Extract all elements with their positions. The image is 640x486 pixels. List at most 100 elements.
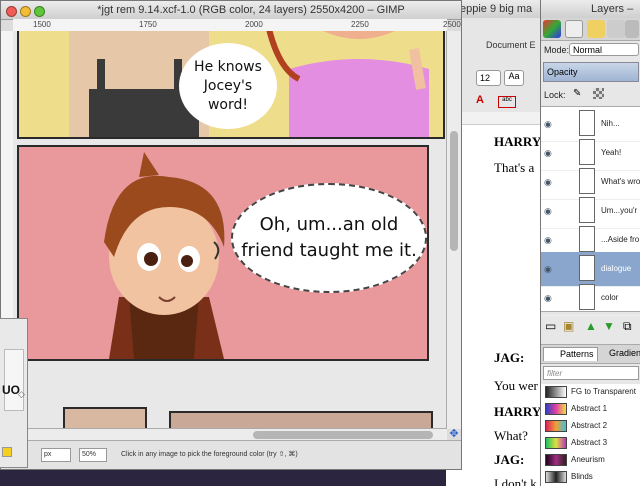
document-line: That's a [494, 160, 535, 175]
layer-thumbnail[interactable] [579, 139, 595, 165]
visibility-eye-icon[interactable]: ◉ [544, 177, 552, 188]
gradient-name: Abstract 3 [571, 438, 608, 447]
layer-thumbnail[interactable] [579, 255, 595, 281]
document-tab[interactable]: Document E [486, 40, 536, 54]
tool-options-panel: ◇ UO [0, 318, 28, 468]
lower-layer-icon[interactable]: ▼ [603, 319, 615, 333]
gradient-name: Abstract 2 [571, 421, 608, 430]
layers-title: Layers – [591, 3, 634, 15]
gradients-tab-label: Gradien [609, 348, 640, 358]
gimp-titlebar: *jgt rem 9.14.xcf-1.0 (RGB color, 24 lay… [1, 1, 461, 20]
new-group-icon[interactable]: ▣ [563, 319, 574, 333]
close-icon[interactable] [6, 6, 17, 17]
visibility-eye-icon[interactable]: ◉ [544, 293, 552, 304]
layer-thumbnail[interactable] [579, 226, 595, 252]
font-style-icon[interactable]: Aa [504, 70, 524, 86]
gradient-swatch [545, 437, 567, 449]
patterns-tab[interactable]: Patterns [543, 347, 598, 361]
layer-row[interactable]: ◉ color [541, 281, 640, 316]
layer-thumbnail[interactable] [579, 168, 595, 194]
document-line: JAG: [494, 452, 525, 467]
layer-buttons: ▭ ▣ ▲ ▼ ⧉ [541, 314, 640, 338]
bubble-main-text: Oh, um...an old friend taught me it. [241, 214, 417, 261]
layers-titlebar: Layers – [541, 0, 640, 19]
layer-thumbnail[interactable] [579, 284, 595, 310]
font-size-dropdown[interactable]: 12 [476, 70, 501, 86]
mode-dropdown[interactable]: Normal [569, 43, 639, 56]
gradient-swatch [545, 454, 567, 466]
filter-input[interactable]: filter [543, 366, 639, 380]
bubble-top-text: He knows Jocey's word! [194, 58, 262, 113]
panel-label: UO [2, 383, 20, 397]
gradient-item[interactable]: FG to Transparent [541, 384, 640, 400]
canvas-vertical-scrollbar[interactable] [446, 31, 461, 429]
gradient-item[interactable]: Aneurism [541, 452, 640, 468]
dock-menu-icon[interactable] [625, 20, 639, 38]
undo-tab-icon[interactable] [607, 20, 625, 38]
gimp-window-title: *jgt rem 9.14.xcf-1.0 (RGB color, 24 lay… [97, 4, 405, 16]
speech-bubble-main: Oh, um...an old friend taught me it. [231, 183, 427, 293]
pattern-gradient-tabs: Patterns Gradien [541, 344, 640, 364]
gradient-item[interactable]: Abstract 1 [541, 401, 640, 417]
layer-name: color [601, 293, 619, 302]
image-canvas[interactable]: He knows Jocey's word! Oh, um...an old f… [13, 31, 447, 429]
document-line: JAG: [494, 350, 525, 365]
gradient-swatch [545, 420, 567, 432]
gradient-item[interactable]: Abstract 3 [541, 435, 640, 451]
ruler-tick: 1750 [139, 20, 157, 29]
color-swatch[interactable] [2, 447, 12, 457]
layer-name: Um...you'r [601, 206, 638, 215]
layer-name: Yeah! [601, 148, 622, 157]
channels-tab-icon[interactable] [565, 20, 583, 38]
scroll-thumb[interactable] [450, 131, 458, 251]
dock-tab-icons [541, 18, 640, 41]
lock-alpha-icon[interactable] [593, 88, 604, 99]
document-line: HARRY [494, 134, 542, 149]
document-line: What? [494, 428, 528, 443]
zoom-dropdown[interactable]: 50% [79, 448, 107, 462]
gradient-name: Blinds [571, 472, 593, 481]
gimp-image-window: *jgt rem 9.14.xcf-1.0 (RGB color, 24 lay… [0, 0, 462, 470]
gradients-tab[interactable]: Gradien [593, 347, 640, 360]
visibility-eye-icon[interactable]: ◉ [544, 235, 552, 246]
comic-panel-top: He knows Jocey's word! [17, 31, 445, 139]
raise-layer-icon[interactable]: ▲ [585, 319, 597, 333]
layer-thumbnail[interactable] [579, 197, 595, 223]
new-layer-icon[interactable]: ▭ [545, 319, 556, 333]
minimize-icon[interactable] [20, 6, 31, 17]
ruler-tick: 2000 [245, 20, 263, 29]
speech-bubble-top: He knows Jocey's word! [179, 43, 277, 129]
font-color-icon[interactable]: A [476, 94, 484, 106]
gradient-name: FG to Transparent [571, 387, 636, 396]
visibility-eye-icon[interactable]: ◉ [544, 148, 552, 159]
layer-thumbnail[interactable] [579, 110, 595, 136]
unit-dropdown[interactable]: px [41, 448, 71, 462]
gradient-list: FG to Transparent Abstract 1 Abstract 2 Abs… [541, 384, 640, 486]
options-field[interactable] [4, 349, 24, 411]
highlight-icon[interactable]: abc [498, 96, 516, 108]
comic-panel-bottom-left [63, 407, 147, 429]
gradient-item[interactable]: Abstract 2 [541, 418, 640, 434]
comic-panel-bottom-right [169, 411, 433, 429]
visibility-eye-icon[interactable]: ◉ [544, 119, 552, 130]
visibility-eye-icon[interactable]: ◉ [544, 206, 552, 217]
status-message: Click in any image to pick the foregroun… [121, 451, 298, 458]
document-line: I don't k [494, 476, 537, 486]
mode-label: Mode: [544, 45, 570, 55]
layer-name: ...Aside fro [601, 235, 640, 244]
ruler-tick: 2250 [351, 20, 369, 29]
gradient-swatch [545, 403, 567, 415]
navigate-icon[interactable]: ✥ [448, 428, 460, 440]
duplicate-layer-icon[interactable]: ⧉ [623, 319, 632, 334]
layer-name: dialogue [601, 264, 632, 273]
opacity-slider[interactable]: Opacity [543, 62, 639, 82]
ruler-tick: 1500 [33, 20, 51, 29]
paths-tab-icon[interactable] [587, 20, 605, 38]
document-title: eppie 9 big ma [460, 3, 533, 15]
gradient-item[interactable]: Blinds [541, 469, 640, 485]
layers-tab-icon[interactable] [543, 20, 561, 38]
zoom-icon[interactable] [34, 6, 45, 17]
scroll-thumb[interactable] [253, 431, 433, 439]
visibility-eye-icon[interactable]: ◉ [544, 264, 552, 275]
lock-pixels-icon[interactable]: ✎ [573, 88, 581, 99]
